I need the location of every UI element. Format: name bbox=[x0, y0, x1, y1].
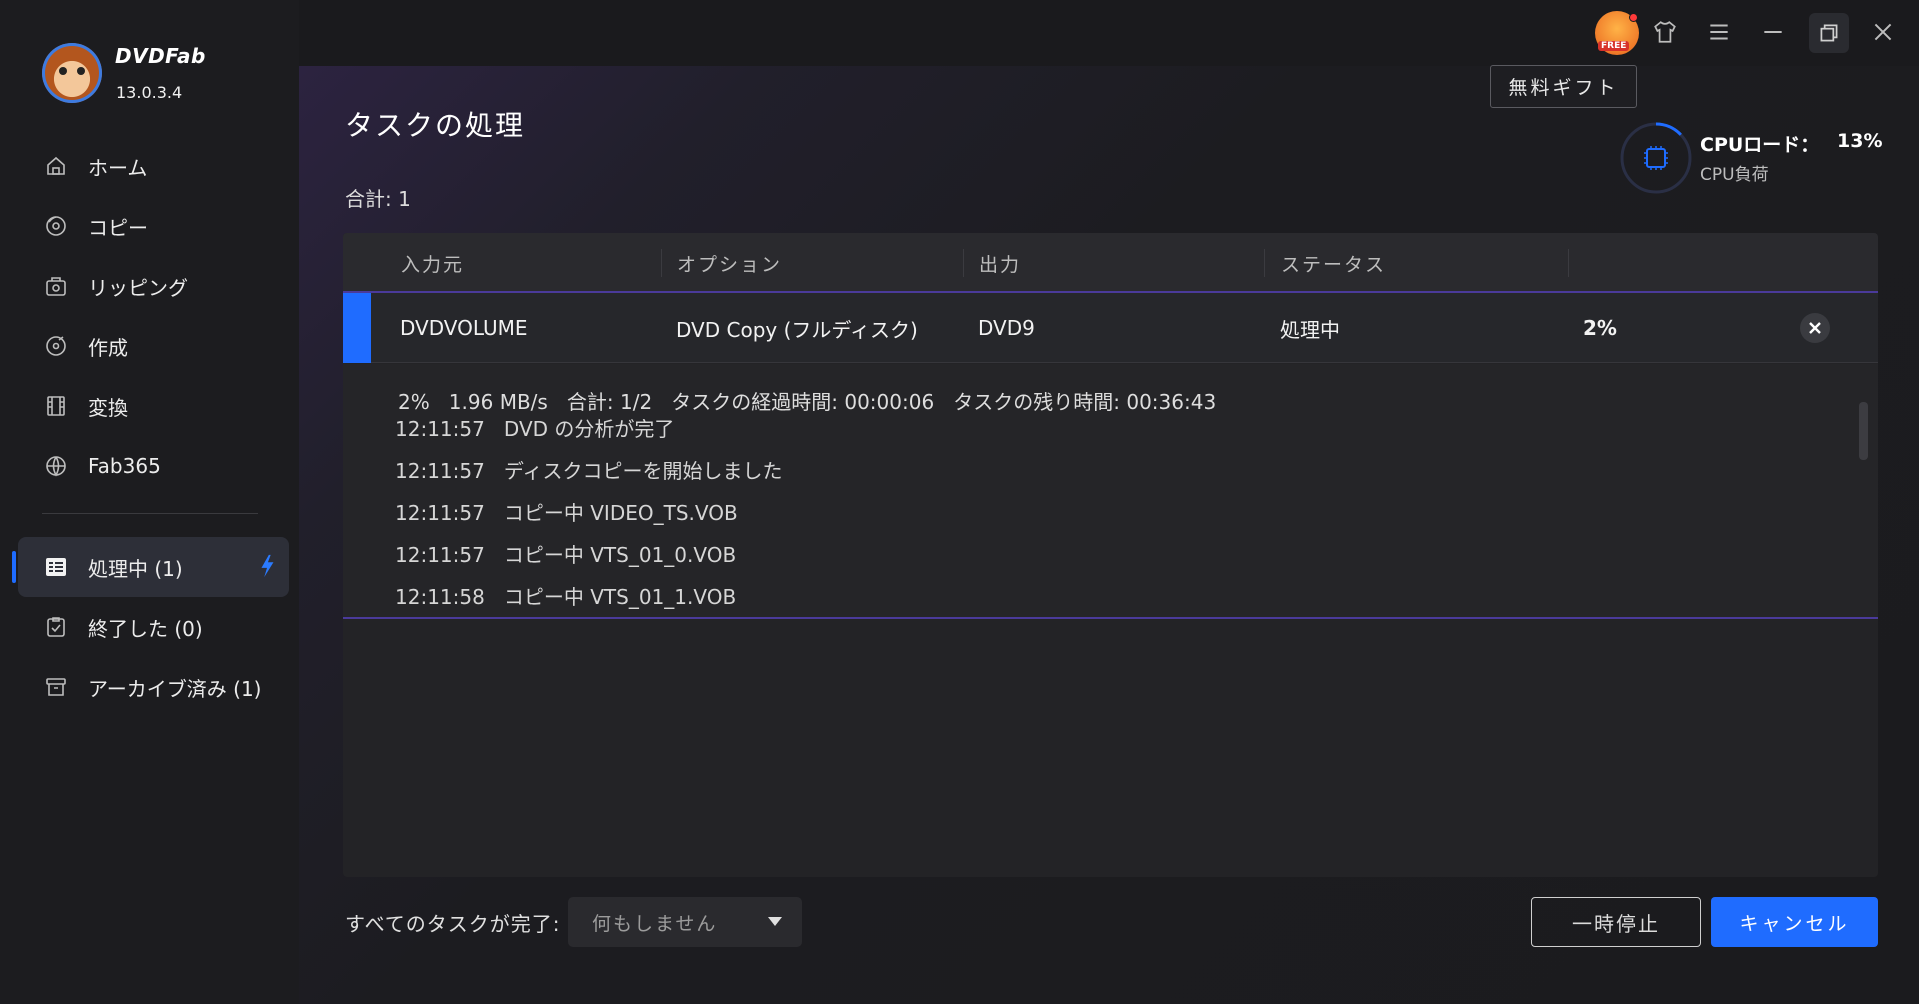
nav-item-label: アーカイブ済み (1) bbox=[88, 676, 262, 701]
nav-item-create[interactable]: 作成 bbox=[0, 316, 299, 376]
when-done-value: 何もしません bbox=[592, 912, 718, 935]
sidebar: DVDFab 13.0.3.4 ホーム コピー リッピング 作成 変換 Fab3… bbox=[0, 0, 299, 1004]
nav-item-finished[interactable]: 終了した (0) bbox=[0, 597, 299, 657]
cpu-load-label: CPUロード： bbox=[1700, 134, 1820, 156]
table-header: 入力元 オプション 出力 ステータス bbox=[343, 233, 1878, 293]
nav-item-convert[interactable]: 変換 bbox=[0, 376, 299, 436]
column-divider bbox=[1568, 249, 1569, 277]
minimize-icon[interactable] bbox=[1755, 14, 1791, 50]
row-progress: 2% bbox=[1583, 316, 1617, 340]
column-header-status: ステータス bbox=[1281, 253, 1387, 276]
nav-item-label: 変換 bbox=[88, 395, 128, 420]
gift-icon[interactable]: FREE bbox=[1595, 11, 1639, 55]
nav-item-label: Fab365 bbox=[88, 454, 161, 478]
when-done-select[interactable]: 何もしません bbox=[568, 897, 802, 947]
row-option: DVD Copy (フルディスク) bbox=[676, 317, 918, 342]
task-table: 入力元 オプション 出力 ステータス DVDVOLUME DVD Copy (フ… bbox=[343, 233, 1878, 877]
nav-item-label: リッピング bbox=[88, 275, 188, 300]
task-stats: 2% 1.96 MB/s 合計: 1/2 タスクの経過時間: 00:00:06 … bbox=[398, 390, 1217, 414]
nav-item-label: ホーム bbox=[88, 155, 148, 180]
nav-item-ripping[interactable]: リッピング bbox=[0, 256, 299, 316]
column-header-option: オプション bbox=[677, 253, 783, 276]
column-header-output: 出力 bbox=[979, 253, 1022, 276]
log-line: 12:11:57 ディスクコピーを開始しました bbox=[395, 458, 783, 483]
when-done-label: すべてのタスクが完了: bbox=[345, 912, 561, 936]
remove-task-button[interactable] bbox=[1800, 313, 1830, 343]
menu-icon[interactable] bbox=[1701, 14, 1737, 50]
column-divider bbox=[661, 249, 662, 277]
chevron-down-icon bbox=[768, 917, 782, 926]
task-detail-panel: 2% 1.96 MB/s 合計: 1/2 タスクの経過時間: 00:00:06 … bbox=[343, 364, 1878, 619]
row-output: DVD9 bbox=[978, 316, 1035, 340]
column-divider bbox=[1264, 249, 1265, 277]
cpu-load-value: 13% bbox=[1837, 130, 1883, 152]
pause-button[interactable]: 一時停止 bbox=[1531, 897, 1701, 947]
restore-icon[interactable] bbox=[1809, 13, 1849, 53]
app-version: 13.0.3.4 bbox=[116, 83, 183, 102]
processing-icon bbox=[44, 555, 68, 579]
row-source: DVDVOLUME bbox=[400, 316, 528, 340]
page-title: タスクの処理 bbox=[345, 109, 526, 142]
task-log[interactable]: 12:11:57 DVD の分析が完了 12:11:57 ディスクコピーを開始し… bbox=[395, 419, 1775, 615]
main-nav: ホーム コピー リッピング 作成 変換 Fab365 bbox=[0, 136, 299, 496]
cancel-button[interactable]: キャンセル bbox=[1711, 897, 1878, 947]
brand-name: DVDFab bbox=[115, 44, 206, 68]
create-icon bbox=[44, 334, 68, 358]
close-icon bbox=[1809, 322, 1821, 334]
free-badge: FREE bbox=[1598, 41, 1630, 51]
column-divider bbox=[963, 249, 964, 277]
row-status: 処理中 bbox=[1280, 317, 1340, 342]
title-bar: FREE bbox=[299, 0, 1919, 66]
archive-icon bbox=[44, 675, 68, 699]
convert-icon bbox=[44, 394, 68, 418]
copy-icon bbox=[44, 214, 68, 238]
nav-item-processing[interactable]: 処理中 (1) bbox=[12, 537, 289, 597]
cpu-chip-icon bbox=[1644, 146, 1668, 170]
table-row[interactable]: DVDVOLUME DVD Copy (フルディスク) DVD9 処理中 2% bbox=[343, 293, 1878, 363]
log-line: 12:11:57 コピー中 VTS_01_0.VOB bbox=[395, 542, 737, 567]
nav-item-label: 作成 bbox=[88, 335, 128, 360]
nav-item-label: コピー bbox=[88, 215, 148, 240]
finished-icon bbox=[44, 615, 68, 639]
ripping-icon bbox=[44, 274, 68, 298]
dvdfab-logo bbox=[42, 43, 102, 103]
nav-item-label: 処理中 (1) bbox=[88, 556, 183, 581]
cpu-gauge bbox=[1620, 122, 1692, 194]
nav-item-home[interactable]: ホーム bbox=[0, 136, 299, 196]
cpu-load-sub: CPU負荷 bbox=[1700, 165, 1769, 185]
sidebar-divider bbox=[42, 513, 258, 514]
nav-item-archived[interactable]: アーカイブ済み (1) bbox=[0, 657, 299, 717]
log-line: 12:11:57 DVD の分析が完了 bbox=[395, 419, 675, 441]
close-icon[interactable] bbox=[1865, 14, 1901, 50]
log-scrollbar[interactable] bbox=[1859, 402, 1868, 460]
skin-icon[interactable] bbox=[1647, 14, 1683, 50]
nav-item-fab365[interactable]: Fab365 bbox=[0, 436, 299, 496]
notification-dot bbox=[1629, 13, 1638, 22]
column-header-source: 入力元 bbox=[401, 253, 465, 276]
fab365-icon bbox=[44, 454, 68, 478]
nav-item-label: 終了した (0) bbox=[88, 616, 203, 641]
home-icon bbox=[44, 154, 68, 178]
task-total: 合計: 1 bbox=[345, 187, 411, 211]
lightning-icon bbox=[261, 554, 274, 578]
nav-item-copy[interactable]: コピー bbox=[0, 196, 299, 256]
log-line: 12:11:58 コピー中 VTS_01_1.VOB bbox=[395, 584, 737, 609]
gift-tooltip: 無料ギフト bbox=[1490, 65, 1637, 108]
task-nav: 処理中 (1) 終了した (0) アーカイブ済み (1) bbox=[0, 537, 299, 717]
log-line: 12:11:57 コピー中 VIDEO_TS.VOB bbox=[395, 500, 738, 525]
row-selection-indicator bbox=[343, 293, 371, 363]
